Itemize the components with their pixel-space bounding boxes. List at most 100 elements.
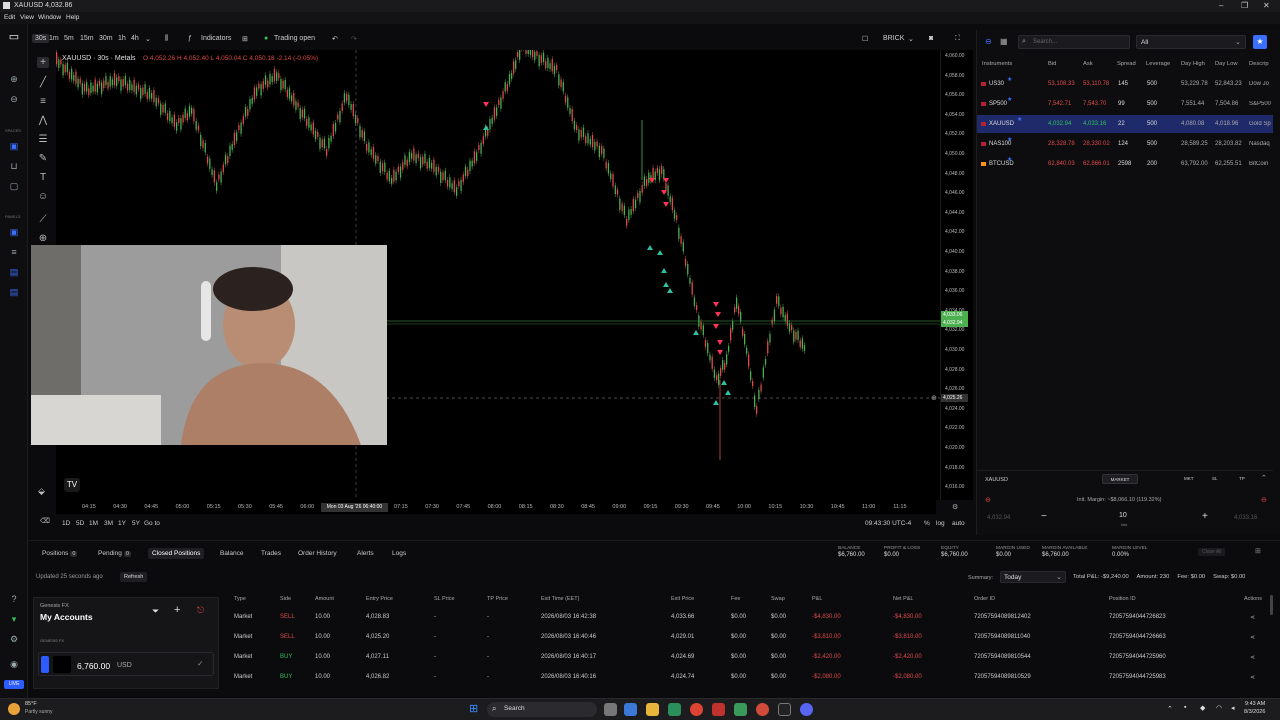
lock-icon[interactable]: ⬙ [38, 486, 45, 497]
calendar-icon[interactable]: ▦ [1000, 37, 1008, 46]
bid-value[interactable]: 62,840.03 [1048, 161, 1075, 167]
range-1y[interactable]: 1Y [118, 520, 126, 527]
filter-icon[interactable]: ⏷ [152, 606, 159, 617]
lots-increment[interactable]: + [1202, 511, 1208, 522]
tray-app-icon[interactable]: ▪ [1184, 704, 1186, 711]
col-instruments[interactable]: Instruments [982, 61, 1012, 67]
interval-15m[interactable]: 15m [80, 35, 94, 42]
table-header[interactable]: Swap [771, 596, 785, 602]
table-header[interactable]: Position ID [1109, 596, 1136, 602]
tab-positions[interactable]: Positions 0 [42, 550, 78, 557]
interval-30m[interactable]: 30m [99, 35, 113, 42]
col-leverage[interactable]: Leverage [1146, 61, 1170, 67]
tab-closed-positions[interactable]: Closed Positions [148, 548, 205, 559]
table-header[interactable]: Type [234, 596, 246, 602]
indicators-icon[interactable]: ƒ [188, 35, 192, 42]
text-icon[interactable]: T [37, 172, 49, 183]
brush-icon[interactable]: ✎ [37, 153, 49, 164]
watchlist-icon[interactable]: ⊖ [985, 37, 992, 46]
col-ask[interactable]: Ask [1083, 61, 1093, 67]
star-icon[interactable]: ★ [1253, 35, 1267, 49]
signal-icon[interactable]: ▾ [8, 614, 20, 624]
chevron-down-icon[interactable]: ⌄ [908, 35, 914, 43]
horizontal-lines-icon[interactable]: ≡ [37, 96, 49, 107]
tray-chevron-icon[interactable]: ⌃ [1167, 705, 1173, 713]
range-5y[interactable]: 5Y [132, 520, 140, 527]
star-icon[interactable]: ★ [1007, 76, 1012, 83]
table-header[interactable]: Exit Price [671, 596, 694, 602]
price-axis[interactable]: 4,060.00 4,058.00 4,056.00 4,054.00 4,052.00… [940, 50, 973, 500]
menu-help[interactable]: Help [66, 14, 79, 21]
interval-30s[interactable]: 30s [32, 34, 50, 43]
range-1d[interactable]: 1D [62, 520, 70, 527]
chrome-icon[interactable] [690, 703, 703, 716]
summary-select[interactable]: Today ⌄ [1000, 571, 1066, 583]
zoom-in-icon[interactable]: ⊕ [8, 74, 20, 84]
close-icon[interactable]: ✕ [1263, 1, 1270, 10]
account-row[interactable]: 6,760.00 USD ✓ [38, 652, 214, 676]
col-day-high[interactable]: Day High [1181, 61, 1205, 67]
ask-value[interactable]: 53,110.78 [1083, 81, 1109, 87]
table-header[interactable]: TP Price [487, 596, 508, 602]
add-account-icon[interactable]: + [174, 604, 180, 616]
table-row[interactable]: Market SELL 10.00 4,028.83 - - 2026/08/03 16:4… [234, 608, 1270, 628]
table-header[interactable]: Side [280, 596, 291, 602]
star-icon[interactable]: ★ [1007, 156, 1012, 163]
discord-icon[interactable] [800, 703, 813, 716]
account-label[interactable]: BRICK [883, 35, 904, 42]
instrument-row[interactable]: US30 ★ 53,108.33 53,110.78 145 500 53,229.78 52… [977, 75, 1273, 93]
chevron-down-icon[interactable]: ⌄ [145, 35, 151, 43]
table-header[interactable]: Net P&L [893, 596, 913, 602]
ask-value[interactable]: 62,866.01 [1083, 161, 1110, 167]
settings-icon[interactable]: ⚙ [8, 634, 20, 644]
panel-positions-icon[interactable]: ▤ [8, 287, 20, 297]
buy-price[interactable]: 4,033.16 [1234, 515, 1257, 521]
star-icon[interactable]: ★ [1007, 136, 1012, 143]
table-header[interactable]: Entry Price [366, 596, 393, 602]
instrument-row[interactable]: XAUUSD ★ 4,032.94 4,033.16 22 500 4,080.08 4,01… [977, 115, 1273, 133]
fullscreen-icon[interactable]: ⛶ [955, 35, 960, 43]
order-type-select[interactable]: MARKET [1102, 474, 1138, 484]
share-icon[interactable]: ⋖ [1250, 614, 1255, 621]
star-icon[interactable]: ★ [1017, 116, 1022, 123]
checkbox-icon[interactable]: ☐ [862, 35, 868, 43]
tab-alerts[interactable]: Alerts [357, 550, 374, 557]
bid-value[interactable]: 4,032.94 [1048, 121, 1071, 127]
table-header[interactable]: SL Price [434, 596, 455, 602]
bid-value[interactable]: 53,108.33 [1048, 81, 1075, 87]
instrument-filter[interactable]: All ⌄ [1136, 35, 1246, 49]
refresh-button[interactable]: Refresh [120, 572, 148, 582]
sell-price[interactable]: 4,032.94 [987, 515, 1010, 521]
tab-trades[interactable]: Trades [261, 550, 281, 557]
goto-button[interactable]: Go to [144, 520, 160, 527]
table-row[interactable]: Market BUY 10.00 4,027.11 - - 2026/08/03 16:40… [234, 648, 1270, 668]
panel-chart-icon[interactable]: ▣ [8, 227, 20, 237]
space-chart-icon[interactable]: ▣ [8, 141, 20, 151]
chevron-up-icon[interactable]: ⌃ [1261, 474, 1267, 482]
range-3m[interactable]: 3M [104, 520, 113, 527]
indicators-button[interactable]: Indicators [201, 35, 231, 42]
table-header[interactable]: Fee [731, 596, 740, 602]
task-view-icon[interactable] [604, 703, 617, 716]
pattern-icon[interactable]: ⋀ [37, 115, 49, 126]
table-header[interactable]: Order ID [974, 596, 995, 602]
table-header[interactable]: P&L [812, 596, 822, 602]
app-icon[interactable] [734, 703, 747, 716]
instrument-row[interactable]: NAS100 ★ 28,328.78 28,330.02 124 500 28,589.25… [977, 135, 1273, 153]
zoom-out-icon[interactable]: ⊖ [8, 94, 20, 104]
interval-4h[interactable]: 4h [131, 35, 139, 42]
space-layout-icon[interactable]: ▢ [8, 181, 20, 191]
add-alert-icon[interactable]: ⊕ [931, 394, 937, 402]
minimize-icon[interactable]: – [1219, 1, 1223, 10]
sl-tab[interactable]: SL [1212, 476, 1218, 481]
auto-toggle[interactable]: auto [952, 520, 965, 527]
crosshair-icon[interactable]: + [37, 57, 49, 68]
trading-open-label[interactable]: Trading open [274, 35, 315, 42]
log-toggle[interactable]: log [936, 520, 945, 527]
instrument-search[interactable]: ⌕ Search... [1018, 35, 1130, 49]
star-icon[interactable]: ★ [1007, 96, 1012, 103]
mkt-tab[interactable]: MKT [1184, 476, 1194, 481]
lots-decrement[interactable]: − [1041, 511, 1047, 522]
undo-icon[interactable]: ↶ [332, 35, 338, 43]
range-1m[interactable]: 1M [89, 520, 98, 527]
